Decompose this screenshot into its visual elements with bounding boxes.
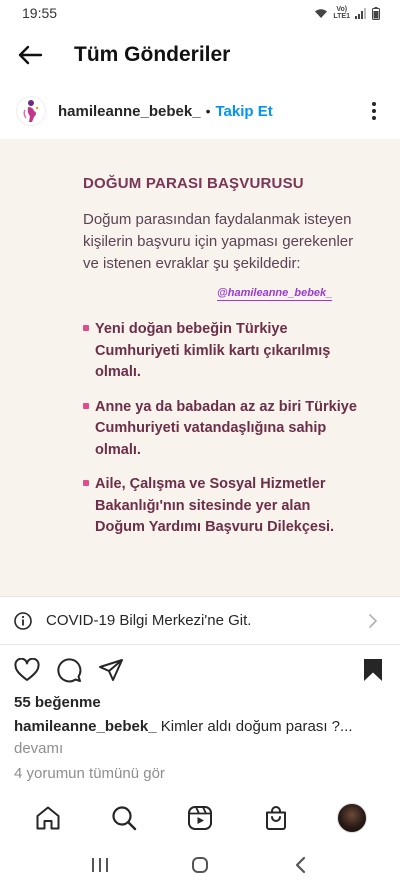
post-actions (0, 652, 400, 688)
heart-icon (14, 658, 40, 681)
system-back-button[interactable] (280, 845, 320, 885)
card-list-item: Aile, Çalışma ve Sosyal Hizmetler Bakanl… (83, 474, 363, 539)
covid-info-banner[interactable]: COVID-19 Bilgi Merkezi'ne Git. (0, 596, 400, 645)
pregnant-woman-logo-icon (23, 100, 39, 122)
card-title: DOĞUM PARASI BAŞVURUSU (83, 175, 304, 192)
status-icons: Vo) LTE1 (314, 6, 380, 20)
comment-button[interactable] (55, 656, 83, 684)
shop-icon (266, 806, 286, 830)
back-arrow-icon (18, 45, 43, 65)
caption-more-link[interactable]: devamı (14, 740, 63, 757)
caption-username[interactable]: hamileanne_bebek_ (14, 718, 157, 735)
profile-avatar (337, 803, 367, 833)
more-dot-icon (372, 116, 376, 120)
app-header: Tüm Gönderiler (0, 26, 400, 84)
bookmark-icon (364, 659, 382, 681)
author-avatar[interactable] (16, 96, 46, 126)
recent-apps-button[interactable] (80, 845, 120, 885)
author-username[interactable]: hamileanne_bebek_ (58, 103, 201, 120)
save-button[interactable] (359, 656, 387, 684)
more-dot-icon (372, 102, 376, 106)
bullet-icon (83, 480, 89, 486)
post-image[interactable]: DOĞUM PARASI BAŞVURUSU Doğum parasından … (0, 139, 400, 596)
nav-profile[interactable] (332, 798, 372, 838)
info-icon (14, 611, 32, 630)
search-icon (112, 806, 137, 831)
home-circle-icon (192, 856, 208, 873)
card-intro: Doğum parasından faydalanmak isteyen kiş… (83, 211, 354, 272)
page-title: Tüm Gönderiler (74, 43, 231, 66)
nav-reels[interactable] (180, 798, 220, 838)
caption-text: Kimler aldı doğum parası ?... (160, 718, 353, 735)
system-nav-bar (0, 841, 400, 888)
reels-icon (188, 806, 212, 830)
separator-dot: • (205, 103, 211, 119)
nav-shop[interactable] (256, 798, 296, 838)
back-button[interactable] (0, 26, 60, 84)
share-button[interactable] (97, 656, 125, 684)
signal-icon (355, 7, 366, 19)
back-chevron-icon (295, 856, 306, 873)
covid-banner-text: COVID-19 Bilgi Merkezi'ne Git. (46, 612, 252, 629)
comment-icon (57, 658, 82, 683)
chevron-right-icon (369, 614, 377, 628)
wifi-icon (315, 8, 328, 18)
battery-icon (372, 6, 380, 20)
card-list-item: Yeni doğan bebeğin Türkiye Cumhuriyeti k… (83, 319, 363, 384)
recent-apps-icon (92, 857, 108, 872)
bullet-icon (83, 325, 89, 331)
likes-count[interactable]: 55 beğenme (14, 694, 101, 711)
more-dot-icon (372, 109, 376, 113)
post-header: hamileanne_bebek_ • Takip Et (0, 88, 400, 134)
nav-search[interactable] (104, 798, 144, 838)
card-list: Yeni doğan bebeğin Türkiye Cumhuriyeti k… (83, 319, 363, 552)
post-caption: hamileanne_bebek_ Kimler aldı doğum para… (14, 716, 386, 760)
more-options-button[interactable] (362, 96, 386, 126)
card-list-item: Anne ya da babadan az az biri Türkiye Cu… (83, 397, 363, 462)
share-icon (99, 659, 123, 681)
home-icon (36, 806, 60, 830)
view-all-comments-link[interactable]: 4 yorumun tümünü gör (14, 765, 165, 782)
bottom-nav (0, 795, 400, 841)
system-home-button[interactable] (180, 845, 220, 885)
status-time: 19:55 (22, 5, 58, 21)
like-button[interactable] (13, 656, 41, 684)
card-username-tag: @hamileanne_bebek_ (217, 287, 333, 301)
bullet-icon (83, 402, 89, 409)
status-bar: 19:55 Vo) LTE1 (0, 0, 400, 26)
nav-home[interactable] (28, 798, 68, 838)
volte-indicator: Vo) LTE1 (333, 6, 350, 20)
follow-button[interactable]: Takip Et (215, 103, 272, 120)
